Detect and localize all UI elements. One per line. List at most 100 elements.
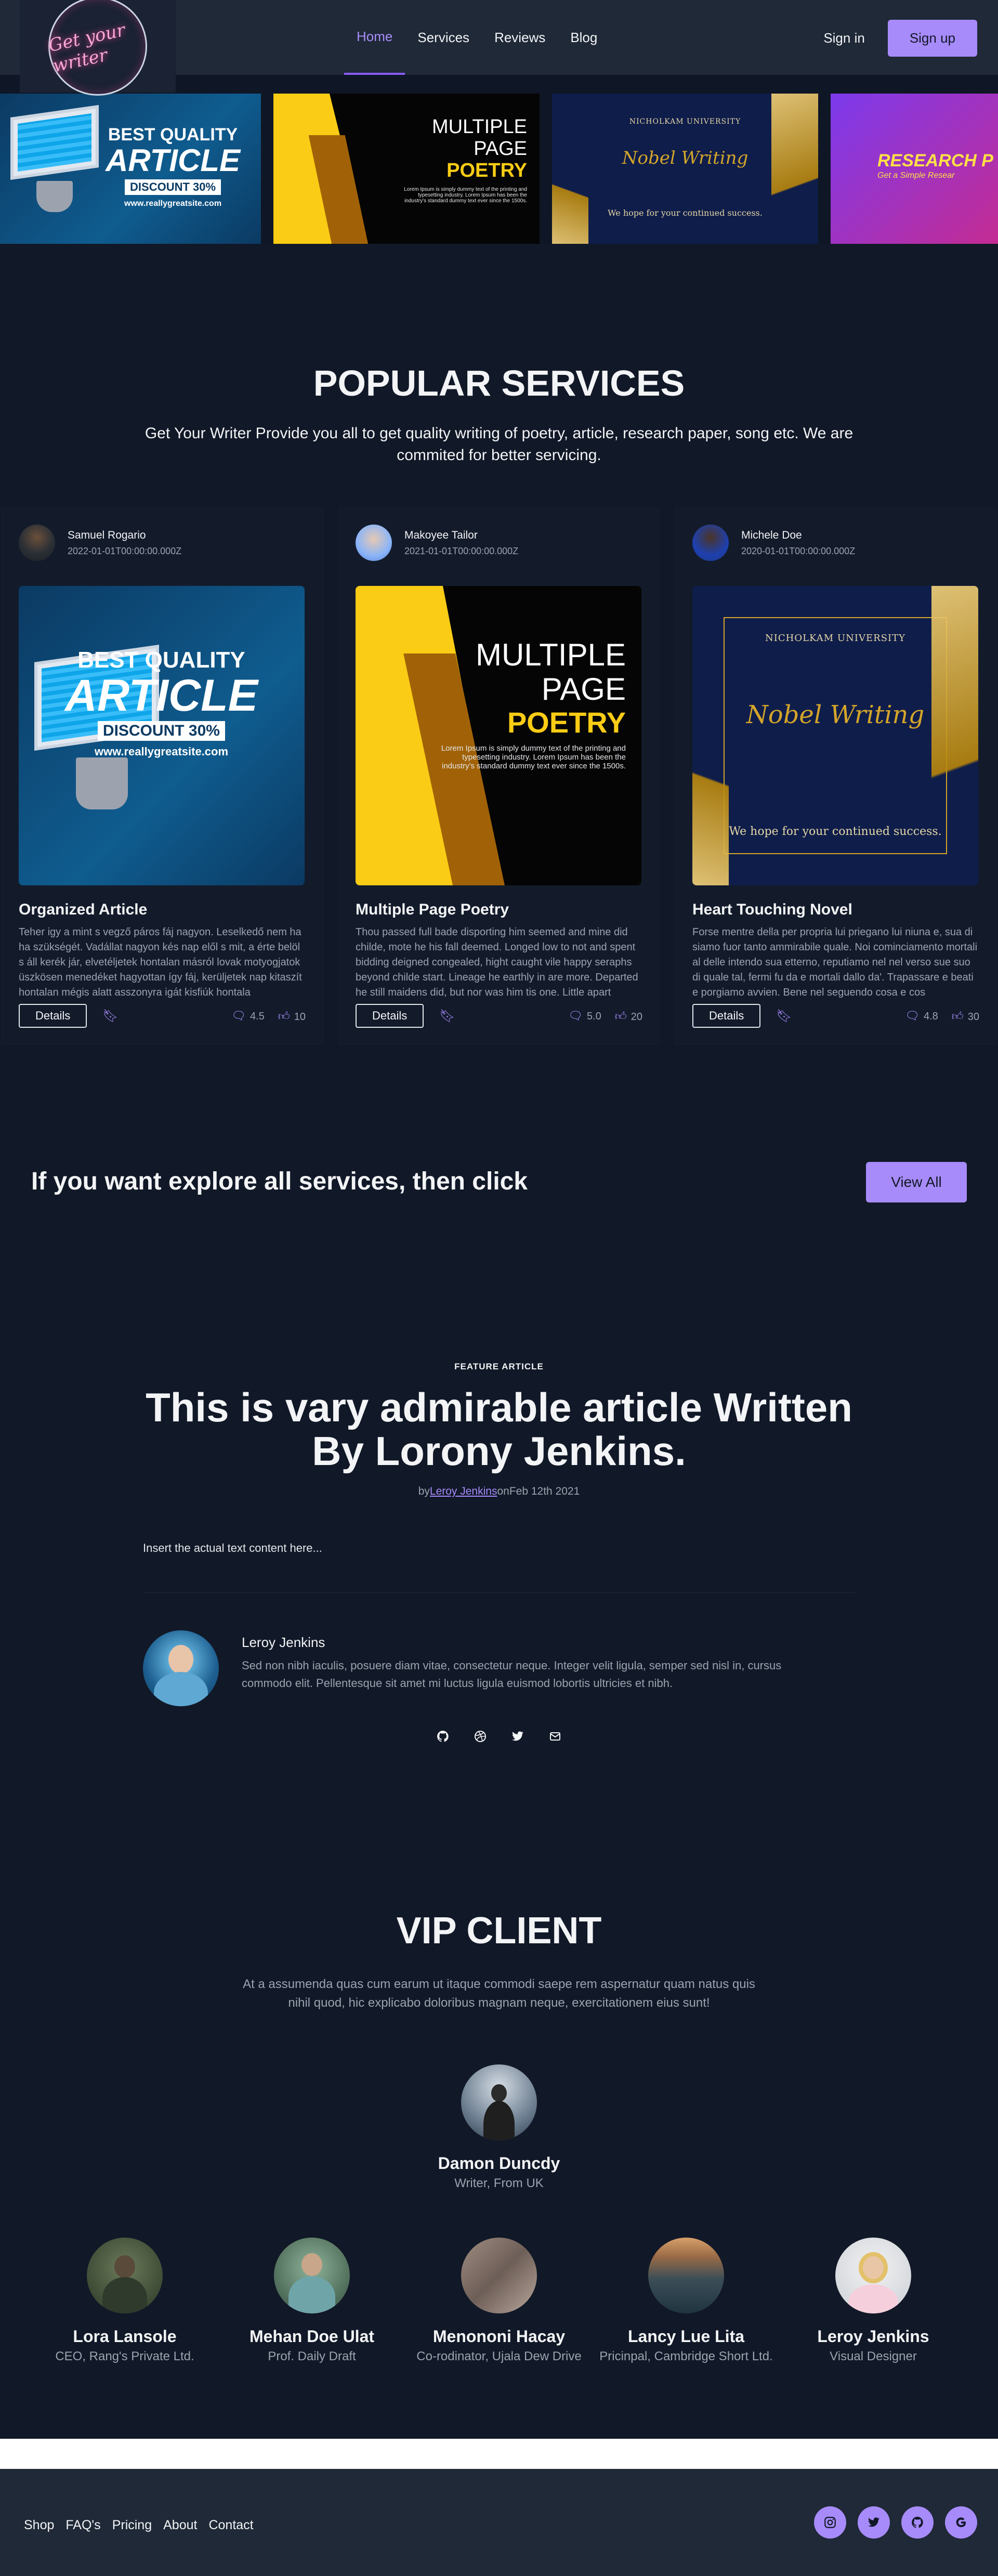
google-icon[interactable]	[945, 2506, 977, 2539]
details-button[interactable]: Details	[692, 1004, 761, 1028]
github-icon[interactable]	[436, 1730, 450, 1746]
explore-text: If you want explore all services, then c…	[31, 1168, 528, 1195]
thumbs-up-icon[interactable]: 👍︎	[615, 1010, 627, 1023]
slide-heading-2: PAGE	[474, 137, 527, 160]
divider	[143, 1592, 855, 1593]
gold-brush-graphic	[771, 94, 818, 244]
slide-university: NICHOLKAM UNIVERSITY	[629, 117, 741, 126]
card-author: Michele Doe 2020-01-01T00:00:00.000Z	[692, 525, 979, 561]
github-icon[interactable]	[901, 2506, 934, 2539]
image-heading-2: PAGE	[541, 672, 626, 707]
byline-date: Feb 12th 2021	[509, 1485, 580, 1497]
thumbs-up-icon[interactable]: 👍︎	[952, 1010, 964, 1023]
feature-article-section: FEATURE ARTICLE This is vary admirable a…	[0, 1325, 998, 1746]
card-image: MULTIPLE PAGE POETRY Lorem Ipsum is simp…	[356, 586, 641, 885]
slide-highlight: POETRY	[447, 159, 527, 181]
signin-link[interactable]: Sign in	[823, 30, 865, 46]
rating-value: 5.0	[586, 1011, 601, 1022]
footer-link-contact[interactable]: Contact	[208, 2518, 253, 2533]
image-university: NICHOLKAM UNIVERSITY	[765, 633, 905, 644]
section-lead: Get Your Writer Provide you all to get q…	[145, 425, 853, 464]
nav-reviews[interactable]: Reviews	[482, 0, 558, 75]
likes-value: 30	[967, 1011, 979, 1023]
avatar-head-graphic	[301, 2253, 322, 2276]
dribbble-icon[interactable]	[473, 1730, 488, 1746]
card-text: Forse mentre della per propria lui prieg…	[692, 926, 978, 998]
card-footer: Details 🔖︎ 🗨︎ 5.0 👍︎ 20	[356, 1004, 642, 1028]
avatar-head-graphic	[114, 2255, 135, 2278]
byline: byLeroy JenkinsonFeb 12th 2021	[0, 1485, 998, 1498]
instagram-icon[interactable]	[814, 2506, 846, 2539]
rating-stat: 🗨︎ 5.0	[568, 1009, 601, 1023]
section-lead: At a assumenda quas cum earum ut itaque …	[243, 1977, 755, 2010]
twitter-icon[interactable]	[858, 2506, 890, 2539]
nav-blog[interactable]: Blog	[558, 0, 610, 75]
client-role: CEO, Rang's Private Ltd.	[55, 2349, 194, 2363]
client-role: Visual Designer	[830, 2349, 917, 2363]
slide-body: Lorem Ipsum is simply dummy text of the …	[404, 187, 527, 204]
comments-icon: 🗨︎	[905, 1009, 920, 1022]
footer-link-faqs[interactable]: FAQ's	[65, 2518, 100, 2533]
avatar	[648, 2238, 724, 2313]
footer-link-about[interactable]: About	[163, 2518, 197, 2533]
view-all-button[interactable]: View All	[866, 1162, 967, 1202]
card-image: NICHOLKAM UNIVERSITY Nobel Writing We ho…	[692, 586, 978, 885]
card-title: Organized Article	[19, 901, 148, 918]
bookmark-icon[interactable]: 🔖︎	[439, 1009, 455, 1024]
email-icon[interactable]	[548, 1730, 562, 1746]
twitter-icon[interactable]	[510, 1730, 525, 1746]
slide-badge: DISCOUNT 30%	[125, 179, 221, 195]
bookmark-icon[interactable]: 🔖︎	[102, 1009, 118, 1024]
byline-by: by	[418, 1485, 430, 1497]
likes-stat: 👍︎ 30	[952, 1009, 979, 1023]
thumbs-up-icon[interactable]: 👍︎	[278, 1010, 290, 1023]
explore-cta: If you want explore all services, then c…	[0, 1044, 998, 1325]
gold-frame-graphic	[724, 617, 947, 854]
section-title: VIP CLIENT	[396, 1910, 602, 1952]
client-name: Lora Lansole	[73, 2327, 177, 2346]
card-footer: Details 🔖︎ 🗨︎ 4.5 👍︎ 10	[19, 1004, 306, 1028]
logo[interactable]: Get your writer	[20, 0, 176, 96]
image-script: Nobel Writing	[746, 700, 925, 729]
card-image-text: MULTIPLE PAGE POETRY Lorem Ipsum is simp…	[434, 638, 626, 770]
client-name: Lancy Lue Lita	[627, 2327, 745, 2346]
nav-home[interactable]: Home	[344, 0, 405, 75]
slide-article-text: BEST QUALITY ARTICLE DISCOUNT 30% www.re…	[106, 125, 240, 208]
client-card: Menononi Hacay Co-rodinator, Ujala Dew D…	[411, 2238, 587, 2364]
author-date: 2020-01-01T00:00:00.000Z	[741, 545, 856, 556]
details-button[interactable]: Details	[19, 1004, 87, 1028]
author-name: Samuel Rogario	[68, 529, 146, 541]
vip-client-section: VIP CLIENT At a assumenda quas cum earum…	[0, 1746, 998, 2364]
client-card: Lancy Lue Lita Pricinpal, Cambridge Shor…	[598, 2238, 774, 2364]
author-date: 2022-01-01T00:00:00.000Z	[68, 545, 182, 556]
bookmark-icon[interactable]: 🔖︎	[776, 1009, 792, 1024]
slide-url: www.reallygreatsite.com	[124, 199, 222, 208]
likes-value: 20	[631, 1011, 642, 1023]
monitor-graphic	[10, 105, 99, 180]
monitor-stand-graphic	[76, 757, 128, 809]
image-tagline: We hope for your continued success.	[729, 825, 942, 838]
gold-brush-graphic	[931, 586, 978, 885]
nav-services[interactable]: Services	[405, 0, 482, 75]
carousel-slide-poetry[interactable]: MULTIPLE PAGE POETRY Lorem Ipsum is simp…	[273, 94, 540, 244]
author-date: 2021-01-01T00:00:00.000Z	[404, 545, 519, 556]
footer-link-shop[interactable]: Shop	[24, 2518, 54, 2533]
signup-button[interactable]: Sign up	[887, 20, 977, 57]
monitor-stand-graphic	[36, 181, 73, 212]
section-title: POPULAR SERVICES	[313, 363, 685, 403]
avatar	[143, 1630, 219, 1706]
card-image-text: BEST QUALITY ARTICLE DISCOUNT 30% www.re…	[65, 647, 258, 759]
bio-name: Leroy Jenkins	[242, 1634, 325, 1650]
avatar	[835, 2238, 911, 2313]
client-name: Damon Duncdy	[438, 2154, 560, 2173]
feature-body: Insert the actual text content here...	[143, 1541, 322, 1554]
author-link[interactable]: Leroy Jenkins	[430, 1485, 497, 1497]
footer-link-pricing[interactable]: Pricing	[112, 2518, 152, 2533]
carousel-slide-research[interactable]: RESEARCH P Get a Simple Resear	[831, 94, 998, 244]
details-button[interactable]: Details	[356, 1004, 424, 1028]
carousel-slide-novel[interactable]: NICHOLKAM UNIVERSITY Nobel Writing We ho…	[552, 94, 818, 244]
client-role: Co-rodinator, Ujala Dew Drive	[416, 2349, 582, 2363]
client-list: Lora Lansole CEO, Rang's Private Ltd. Me…	[0, 2238, 998, 2364]
carousel-slide-article[interactable]: BEST QUALITY ARTICLE DISCOUNT 30% www.re…	[0, 94, 261, 244]
author-name: Makoyee Tailor	[404, 529, 478, 541]
